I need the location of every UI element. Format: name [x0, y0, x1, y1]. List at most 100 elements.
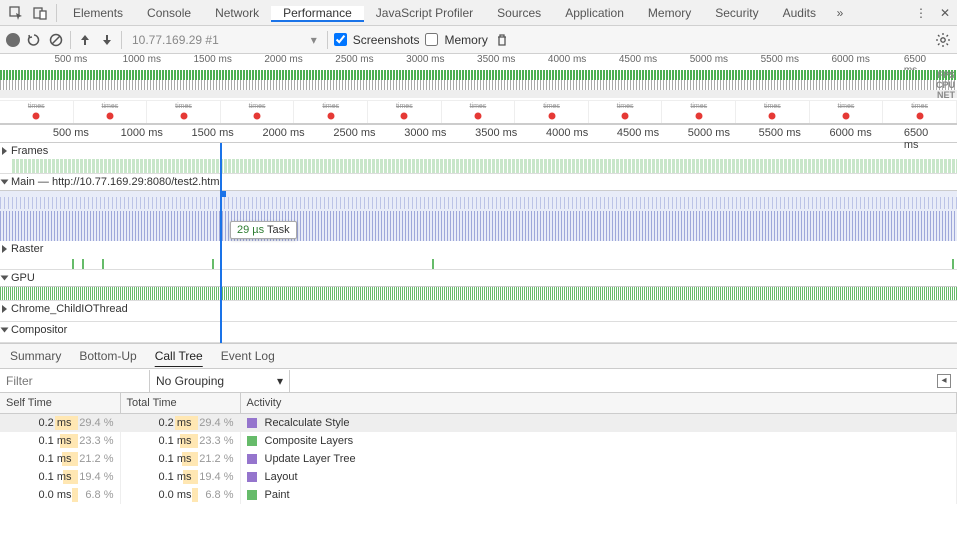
clear-icon[interactable]: [48, 32, 64, 48]
overview-tick: 3500 ms: [477, 54, 515, 65]
gear-icon[interactable]: [935, 32, 951, 48]
details-tab-summary[interactable]: Summary: [10, 349, 61, 363]
raster-event[interactable]: [82, 259, 84, 269]
chevron-down-icon: ▾: [277, 374, 283, 388]
screenshot-thumb[interactable]: times: [736, 101, 810, 123]
tab-security[interactable]: Security: [703, 6, 770, 20]
ruler-tick: 500 ms: [53, 127, 89, 139]
collapse-icon[interactable]: [1, 276, 9, 281]
screenshots-checkbox[interactable]: [334, 33, 347, 46]
activity-color-swatch: [247, 472, 257, 482]
screenshot-thumb[interactable]: times: [442, 101, 516, 123]
trash-icon[interactable]: [494, 32, 510, 48]
tab-application[interactable]: Application: [553, 6, 636, 20]
screenshot-thumb[interactable]: times: [662, 101, 736, 123]
tab-network[interactable]: Network: [203, 6, 271, 20]
details-tab-call-tree[interactable]: Call Tree: [155, 349, 203, 363]
screenshot-thumb[interactable]: times: [883, 101, 957, 123]
expand-icon[interactable]: [2, 147, 7, 155]
expand-icon[interactable]: [2, 305, 7, 313]
child-io-track[interactable]: Chrome_ChildIOThread: [0, 301, 957, 322]
record-button[interactable]: [6, 33, 20, 47]
kebab-menu-icon[interactable]: ⋮: [909, 1, 933, 25]
load-profile-icon[interactable]: [77, 32, 93, 48]
col-total-time[interactable]: Total Time: [120, 393, 240, 414]
table-row[interactable]: 0.0 ms6.8 %0.0 ms6.8 %Paint: [0, 486, 957, 504]
frames-track[interactable]: Frames: [0, 143, 957, 174]
fps-strip: FPS: [0, 70, 957, 80]
tab-javascript-profiler[interactable]: JavaScript Profiler: [364, 6, 485, 20]
profile-selector[interactable]: 10.77.169.29 #1▾: [128, 33, 321, 47]
table-row[interactable]: 0.1 ms19.4 %0.1 ms19.4 %Layout: [0, 468, 957, 486]
tab-audits[interactable]: Audits: [771, 6, 828, 20]
raster-track[interactable]: Raster: [0, 241, 957, 270]
screenshot-thumb[interactable]: times: [294, 101, 368, 123]
tab-memory[interactable]: Memory: [636, 6, 703, 20]
ruler-tick: 1500 ms: [192, 127, 234, 139]
cpu-strip: CPU: [0, 80, 957, 90]
screenshot-thumb[interactable]: times: [74, 101, 148, 123]
close-icon[interactable]: ✕: [933, 1, 957, 25]
table-row[interactable]: 0.2 ms29.4 %0.2 ms29.4 %Recalculate Styl…: [0, 414, 957, 433]
tab-console[interactable]: Console: [135, 6, 203, 20]
screenshot-thumb[interactable]: times: [147, 101, 221, 123]
inspect-icon[interactable]: [4, 1, 28, 25]
filter-input[interactable]: [0, 370, 150, 392]
compositor-track[interactable]: Compositor: [0, 322, 957, 343]
screenshot-thumb[interactable]: times: [0, 101, 74, 123]
tab-elements[interactable]: Elements: [61, 6, 135, 20]
overview-ruler: 500 ms1000 ms1500 ms2000 ms2500 ms3000 m…: [0, 54, 957, 68]
expand-icon[interactable]: [2, 245, 7, 253]
collapse-icon[interactable]: [1, 180, 9, 185]
col-self-time[interactable]: Self Time: [0, 393, 120, 414]
grouping-selector[interactable]: No Grouping▾: [150, 370, 290, 392]
activity-name: Recalculate Style: [265, 417, 350, 429]
tooltip-label: Task: [267, 224, 290, 236]
raster-event[interactable]: [102, 259, 104, 269]
more-tabs-icon[interactable]: »: [828, 1, 852, 25]
col-activity[interactable]: Activity: [240, 393, 957, 414]
gpu-label: GPU: [11, 272, 35, 284]
screenshot-thumb[interactable]: times: [515, 101, 589, 123]
reload-icon[interactable]: [26, 32, 42, 48]
compositor-label: Compositor: [11, 324, 67, 336]
ruler-tick: 1000 ms: [121, 127, 163, 139]
ruler-tick: 6000 ms: [830, 127, 872, 139]
screenshot-thumb[interactable]: times: [221, 101, 295, 123]
ruler-tick: 4500 ms: [617, 127, 659, 139]
details-tab-bottom-up[interactable]: Bottom-Up: [79, 349, 136, 363]
ruler-tick: 4000 ms: [546, 127, 588, 139]
activity-color-swatch: [247, 490, 257, 500]
flamechart-ruler[interactable]: 500 ms1000 ms1500 ms2000 ms2500 ms3000 m…: [0, 125, 957, 143]
screenshot-thumb[interactable]: times: [589, 101, 663, 123]
raster-event[interactable]: [72, 259, 74, 269]
ruler-tick: 5000 ms: [688, 127, 730, 139]
overview-tick: 4000 ms: [548, 54, 586, 65]
raster-event[interactable]: [432, 259, 434, 269]
save-profile-icon[interactable]: [99, 32, 115, 48]
tab-sources[interactable]: Sources: [485, 6, 553, 20]
gpu-track[interactable]: GPU: [0, 270, 957, 301]
overview-panel[interactable]: 500 ms1000 ms1500 ms2000 ms2500 ms3000 m…: [0, 54, 957, 125]
table-row[interactable]: 0.1 ms21.2 %0.1 ms21.2 %Update Layer Tre…: [0, 450, 957, 468]
screenshot-thumb[interactable]: times: [810, 101, 884, 123]
table-row[interactable]: 0.1 ms23.3 %0.1 ms23.3 %Composite Layers: [0, 432, 957, 450]
main-track[interactable]: Main — http://10.77.169.29:8080/test2.ht…: [0, 174, 957, 241]
activity-color-swatch: [247, 418, 257, 428]
tab-performance[interactable]: Performance: [271, 6, 364, 22]
cpu-label: CPU: [936, 80, 955, 90]
memory-checkbox[interactable]: [425, 33, 438, 46]
hover-tooltip: 29 µs Task: [230, 221, 297, 239]
timeline-cursor: [220, 143, 222, 343]
device-mode-icon[interactable]: [28, 1, 52, 25]
activity-color-swatch: [247, 436, 257, 446]
raster-event[interactable]: [952, 259, 954, 269]
screenshot-thumb[interactable]: times: [368, 101, 442, 123]
collapse-icon[interactable]: [1, 328, 9, 333]
activity-name: Layout: [265, 471, 298, 483]
filter-row: No Grouping▾ ◂: [0, 369, 957, 393]
details-tab-event-log[interactable]: Event Log: [221, 349, 275, 363]
flamechart-tracks[interactable]: 29 µs Task Frames Main — http://10.77.16…: [0, 143, 957, 343]
heaviest-stack-toggle-icon[interactable]: ◂: [937, 374, 951, 388]
raster-event[interactable]: [212, 259, 214, 269]
